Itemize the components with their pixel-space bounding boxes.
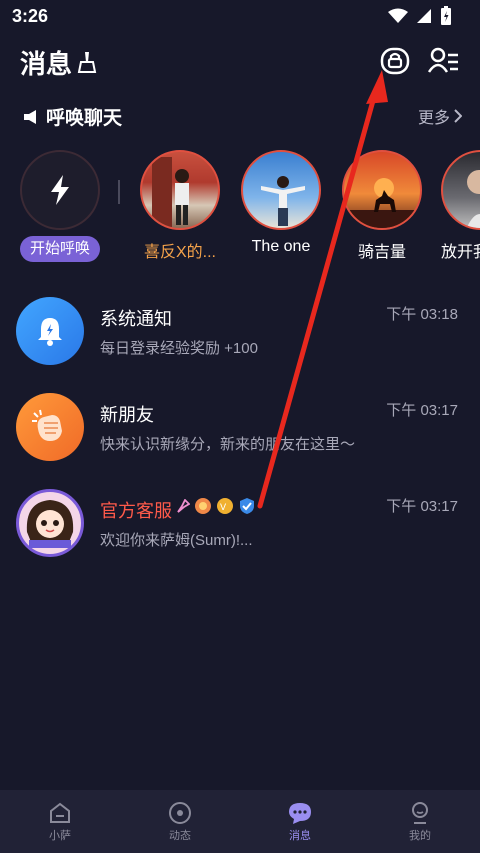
- story-avatar[interactable]: [342, 150, 422, 230]
- nav-item-messages[interactable]: 消息: [240, 790, 360, 853]
- chat-bubble-icon: [289, 802, 311, 824]
- profile-icon: [412, 801, 428, 824]
- story-label: 骑吉量: [357, 244, 406, 261]
- story-label: The one: [251, 238, 311, 255]
- list-item-title: 官方客服: [100, 501, 172, 521]
- more-label: 更多: [417, 110, 450, 127]
- list-item-time: 下午 03:17: [386, 402, 458, 419]
- nav-label: 消息: [289, 829, 311, 842]
- signal-icon: [417, 9, 431, 23]
- call-title: 呼唤聊天: [46, 108, 123, 129]
- list-item-time: 下午 03:17: [386, 498, 458, 515]
- cartoon-girl-icon: [26, 500, 74, 548]
- page-title: 消息: [20, 49, 73, 79]
- list-item-title: 新朋友: [100, 405, 154, 425]
- story-item[interactable]: The one: [239, 150, 323, 256]
- system-notice-avatar: [16, 297, 84, 365]
- bell-icon: [38, 318, 62, 346]
- story-item[interactable]: 放开我: [441, 150, 480, 262]
- story-avatar[interactable]: [241, 150, 321, 230]
- chevron-right-icon: [454, 109, 462, 123]
- verified-shield-icon: [240, 498, 254, 514]
- nav-item-home[interactable]: 小萨: [0, 790, 120, 853]
- story-start-call[interactable]: [18, 150, 102, 230]
- list-item-subtitle: 欢迎你来萨姆(Sumr)!...: [100, 532, 253, 549]
- story-label: 放开我: [441, 244, 480, 261]
- new-friends-avatar: [16, 393, 84, 461]
- story-item[interactable]: 骑吉量: [340, 150, 424, 262]
- bottom-nav: 小萨 动态 消息 我的: [0, 790, 480, 853]
- nav-label: 小萨: [49, 829, 71, 842]
- lightning-icon: [51, 175, 69, 205]
- status-time: 3:26: [12, 6, 49, 26]
- more-link[interactable]: 更多: [418, 104, 462, 128]
- start-call-circle[interactable]: [20, 150, 100, 230]
- pin-badge-icon: [177, 499, 190, 513]
- list-item-new-friends[interactable]: 新朋友 快来认识新缘分，新来的朋友在这里～ 下午 03:17: [0, 393, 480, 477]
- list-item-title: 系统通知: [100, 309, 172, 329]
- customer-service-avatar: [16, 489, 84, 557]
- list-item-subtitle: 每日登录经验奖励 +100: [100, 340, 258, 357]
- status-icons: [388, 6, 452, 26]
- story-avatar[interactable]: [441, 150, 480, 230]
- list-item-system-notice[interactable]: 系统通知 每日登录经验奖励 +100 下午 03:18: [0, 297, 480, 381]
- contacts-icon[interactable]: [428, 46, 460, 76]
- story-label: 喜反X的...: [143, 244, 216, 261]
- story-item[interactable]: 喜反X的...: [138, 150, 222, 262]
- list-item-customer-service[interactable]: 官方客服 V 欢迎你来萨姆(Sumr)!... 下午 03:17: [0, 489, 480, 573]
- horse-rider-photo-icon: [344, 178, 420, 228]
- nav-item-profile[interactable]: 我的: [360, 790, 480, 853]
- wifi-icon: [388, 8, 408, 23]
- handshake-icon: [32, 409, 62, 441]
- list-item-subtitle: 快来认识新缘分，新来的朋友在这里～: [100, 436, 356, 453]
- badges: V: [176, 497, 256, 515]
- start-call-button[interactable]: 开始呼唤: [20, 236, 100, 262]
- story-avatar[interactable]: [140, 150, 220, 230]
- story-divider: [118, 180, 120, 204]
- svg-text:V: V: [220, 503, 227, 513]
- nav-item-feed[interactable]: 动态: [120, 790, 240, 853]
- nav-label: 我的: [409, 829, 431, 842]
- list-item-time: 下午 03:18: [386, 306, 458, 323]
- level-badge-icon: V: [217, 498, 233, 514]
- home-icon: [50, 802, 70, 823]
- compass-icon: [169, 801, 191, 824]
- person-photo-icon: [152, 157, 189, 227]
- megaphone-icon: [24, 109, 36, 124]
- broom-icon[interactable]: [76, 50, 98, 74]
- battery-icon: [441, 6, 451, 25]
- camera-icon[interactable]: [380, 46, 410, 76]
- flower-badge-icon: [195, 498, 211, 514]
- status-bar: 3:26: [0, 0, 480, 34]
- person-photo-icon: [261, 176, 305, 226]
- call-section-header: 呼唤聊天: [22, 103, 122, 130]
- nav-label: 动态: [169, 829, 191, 842]
- person-photo-icon: [466, 170, 480, 228]
